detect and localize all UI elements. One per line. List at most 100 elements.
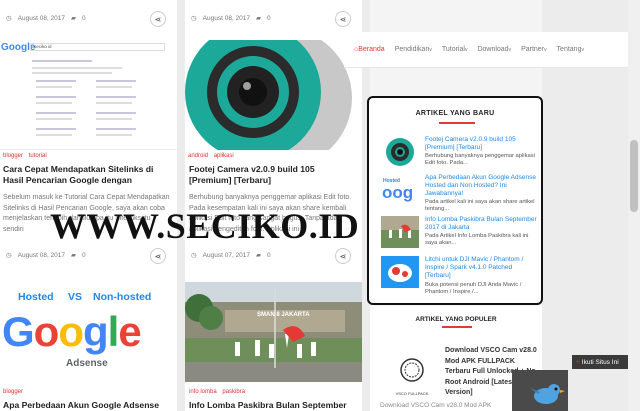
chevron-down-icon: v [464,47,468,53]
list-item[interactable]: oog Hosted Apa Perbedaan Akun Google Ads… [381,174,539,212]
nav-item-pendidikan[interactable]: Pendidikanv [395,46,432,53]
nav-item-tentang[interactable]: Tentangv [557,46,584,53]
share-icon: ⋖ [154,251,162,261]
comment-count: 0 [82,14,86,22]
chevron-down-icon: v [508,47,512,53]
comment-count: 0 [267,14,271,22]
share-button[interactable]: ⋖ [335,248,351,264]
item-caption: Download VSCO Cam v28.0 Mod APK [380,402,492,409]
comment-count: 0 [82,251,86,259]
share-icon: ⋖ [339,14,347,24]
nav-item-download[interactable]: Downloadv [477,46,511,53]
item-title[interactable]: Litchi untuk DJI Mavic / Phantom / Inspi… [425,256,537,280]
post-date: August 08, 2017 [17,251,66,259]
list-item[interactable]: Footej Camera v2.0.9 build 105 [Premium]… [381,136,539,172]
image-text: VS [68,291,83,303]
item-thumbnail[interactable] [381,256,419,288]
widget-title: ARTIKEL YANG POPULER [415,316,497,323]
image-text: Hosted [18,291,54,303]
post-thumbnail[interactable]: Hosted VS Non-hosted Google Adsense [0,282,177,382]
post-title[interactable]: Apa Perbedaan Akun Google Adsense [3,400,173,411]
share-icon: ⋖ [339,251,347,261]
post-meta: ◷ August 08, 2017 ▰ 0 [191,14,271,23]
clock-icon: ◷ [191,15,197,22]
post-date: August 08, 2017 [17,14,66,22]
item-title[interactable]: Apa Perbedaan Akun Google Adsense Hosted… [425,174,537,198]
post-date: August 07, 2017 [202,251,251,259]
item-title[interactable]: Footej Camera v2.0.9 build 105 [Premium]… [425,136,537,152]
share-button[interactable]: ⋖ [150,248,166,264]
vsco-logo[interactable]: VSCO FULLPACK [392,356,432,396]
chevron-down-icon: v [544,47,547,53]
scrollbar-thumb[interactable] [630,140,638,212]
search-box-image: seciko id [30,43,165,51]
tag-link[interactable]: aplikasi [214,153,234,159]
chevron-down-icon: v [581,47,584,53]
post-title[interactable]: Footej Camera v2.0.9 build 105 [Premium]… [189,164,359,186]
plus-icon: + [576,358,580,366]
tag-link[interactable]: android [188,153,208,159]
widget-title: ARTIKEL YANG BARU [415,110,495,117]
tag-link[interactable]: tutorial [29,153,47,159]
google-adsense-thumbnail: oog Hosted [381,174,419,206]
post-tags: android aplikasi [188,153,238,159]
post-thumbnail[interactable] [185,40,362,150]
clock-icon: ◷ [6,15,12,22]
item-excerpt: Pada artikel kali ini saya akan share ar… [425,199,535,212]
litchi-app-icon [381,256,419,288]
google-adsense-logo: Google [2,308,142,355]
post-meta: ◷ August 08, 2017 ▰ 0 [6,14,86,23]
paskibra-photo [381,216,419,248]
image-text: Adsense [66,358,108,369]
post-meta: ◷ August 07, 2017 ▰ 0 [191,251,271,260]
list-item[interactable]: Litchi untuk DJI Mavic / Phantom / Inspi… [381,256,539,296]
comment-icon: ▰ [256,15,262,22]
floating-bird-image [512,370,568,411]
share-button[interactable]: ⋖ [150,11,166,27]
tag-link[interactable]: blogger [3,153,23,159]
nav-item-beranda[interactable]: ⌂Beranda [354,46,385,53]
bird-icon [512,370,568,411]
clock-icon: ◷ [6,252,12,259]
image-text: SMAN 8 JAKARTA [257,312,310,318]
nav-item-partner[interactable]: Partnerv [521,46,546,53]
post-thumbnail[interactable]: SMAN 8 JAKARTA [185,282,362,382]
comment-count: 0 [267,251,271,259]
logo-text: VSCO FULLPACK [395,391,429,396]
recent-articles-widget: ARTIKEL YANG BARU Footej Camera v2.0.9 b… [367,96,543,305]
nav-item-tutorial[interactable]: Tutorialv [442,46,468,53]
post-tags: info lomba paskibra [189,389,249,395]
comment-icon: ▰ [256,252,262,259]
item-title[interactable]: Info Lomba Paskibra Bulan September 2017… [425,216,537,232]
share-icon: ⋖ [154,14,162,24]
chevron-down-icon: v [429,47,432,53]
item-thumbnail[interactable] [381,216,419,248]
tag-link[interactable]: blogger [3,389,23,395]
clock-icon: ◷ [191,252,197,259]
list-item[interactable]: Info Lomba Paskibra Bulan September 2017… [381,216,539,252]
item-thumbnail[interactable]: oog Hosted [381,174,419,206]
site-watermark: WWW.SECIKO.ID [50,206,360,246]
post-title[interactable]: Info Lomba Paskibra Bulan September [189,400,359,411]
share-button[interactable]: ⋖ [335,11,351,27]
paskibra-photo [185,282,362,382]
tag-link[interactable]: info lomba [189,389,217,395]
item-excerpt: Berhubung banyaknya penggemar aplikasi E… [425,153,535,166]
image-text: Non-hosted [93,291,152,303]
main-navigation: ⌂Beranda Pendidikanv Tutorialv Downloadv… [344,32,640,68]
camera-app-icon [185,40,362,150]
post-thumbnail[interactable]: Google seciko id [0,40,177,150]
vsco-logo-icon [400,358,424,382]
item-excerpt: Pada Artikel Info Lomba Paskibra kali in… [425,233,529,246]
post-tags: blogger [3,389,27,395]
item-thumbnail[interactable] [381,136,419,168]
comment-icon: ▰ [71,15,77,22]
tag-link[interactable]: paskibra [222,389,245,395]
camera-app-icon [381,136,419,168]
title-underline [439,122,475,124]
svg-text:oog: oog [382,183,413,202]
item-excerpt: Buka potensi penuh DJI Anda Mavic / Phan… [425,282,522,295]
post-title[interactable]: Cara Cepat Mendapatkan Sitelinks di Hasi… [3,164,173,186]
post-meta: ◷ August 08, 2017 ▰ 0 [6,251,86,260]
comment-icon: ▰ [71,252,77,259]
